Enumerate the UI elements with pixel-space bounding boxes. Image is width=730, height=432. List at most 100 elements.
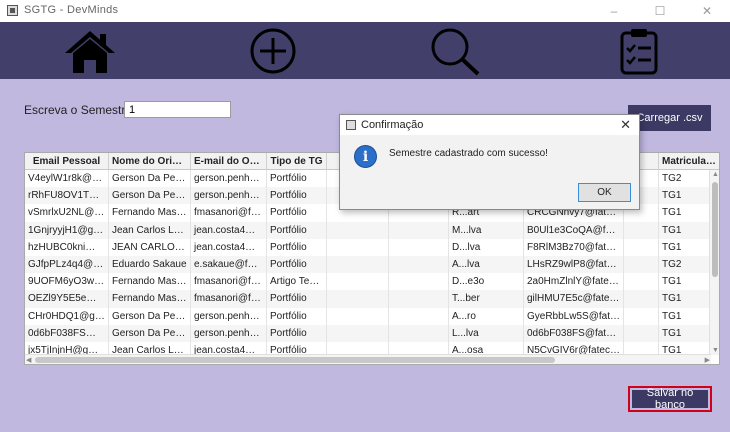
scroll-thumb[interactable]: [35, 357, 555, 363]
table-cell: M...lva: [449, 221, 524, 239]
table-cell: [624, 273, 659, 291]
minimize-button[interactable]: –: [591, 0, 637, 22]
table-cell: [389, 238, 449, 256]
table-cell: JEAN CARLOS LO...: [109, 238, 191, 256]
table-cell: [624, 324, 659, 342]
semester-label: Escreva o Semestre: [24, 103, 133, 117]
table-cell: Portfólio: [267, 307, 327, 325]
table-cell: [389, 255, 449, 274]
table-row[interactable]: CHr0HDQ1@gmail...Gerson Da Penha ...gers…: [25, 307, 719, 325]
table-cell: LHsRZ9wlP8@fatec.s...: [524, 255, 624, 274]
table-cell: gerson.penha@f...: [191, 187, 267, 205]
table-cell: [327, 273, 389, 291]
table-cell: Portfólio: [267, 290, 327, 308]
table-cell: Fernando Masano ...: [109, 204, 191, 222]
table-cell: D...lva: [449, 238, 524, 256]
table-cell: 9UOFM6yO3w@g...: [25, 273, 109, 291]
column-header[interactable]: Nome do Orienta...: [109, 153, 191, 170]
confirmation-dialog: Confirmação ✕ i Semestre cadastrado com …: [339, 114, 640, 210]
dialog-titlebar: Confirmação ✕: [340, 115, 639, 135]
table-cell: [327, 255, 389, 274]
table-cell: 0d6bF038FS@fate...: [25, 324, 109, 342]
table-cell: Gerson Da Penha ...: [109, 324, 191, 342]
table-cell: [624, 238, 659, 256]
table-cell: Gerson Da Penha ...: [109, 307, 191, 325]
table-cell: [389, 221, 449, 239]
table-cell: L...lva: [449, 324, 524, 342]
table-row[interactable]: OEZl9Y5E5e@gma...Fernando Masano ...fmas…: [25, 290, 719, 308]
column-header[interactable]: Matriculado: [659, 153, 719, 170]
table-cell: fmasanori@fate...: [191, 290, 267, 308]
table-cell: OEZl9Y5E5e@gma...: [25, 290, 109, 308]
horizontal-scrollbar[interactable]: ◀ ▶: [25, 354, 711, 364]
load-csv-button[interactable]: Carregar .csv: [628, 105, 711, 131]
table-cell: [327, 238, 389, 256]
table-cell: Portfólio: [267, 255, 327, 274]
table-cell: Portfólio: [267, 221, 327, 239]
scroll-thumb[interactable]: [712, 182, 718, 277]
search-icon[interactable]: [428, 26, 484, 76]
table-row[interactable]: GJfpPLz4q4@gmai...Eduardo Sakauee.sakaue…: [25, 255, 719, 274]
table-cell: [327, 221, 389, 239]
window-titlebar: SGTG - DevMinds – ☐ ✕: [0, 0, 730, 22]
table-cell: T...ber: [449, 290, 524, 308]
app-icon: [7, 5, 18, 16]
table-cell: hzHUBC0kni@gmo...: [25, 238, 109, 256]
table-cell: CHr0HDQ1@gmail...: [25, 307, 109, 325]
table-cell: gerson.penha@f...: [191, 170, 267, 188]
table-cell: [327, 324, 389, 342]
dialog-app-icon: [346, 120, 356, 130]
table-cell: gerson.penha@f...: [191, 307, 267, 325]
clipboard-icon[interactable]: [612, 26, 668, 76]
table-cell: vSmrlxU2NL@gma...: [25, 204, 109, 222]
table-cell: A...ro: [449, 307, 524, 325]
table-row[interactable]: 0d6bF038FS@fate...Gerson Da Penha ...ger…: [25, 324, 719, 342]
table-cell: Gerson Da Penha ...: [109, 187, 191, 205]
table-row[interactable]: 1GnjryyjH1@gmail...Jean Carlos Loure...j…: [25, 221, 719, 239]
dialog-title: Confirmação: [361, 119, 424, 131]
save-button-highlight: Salvar no banco: [628, 386, 712, 412]
table-cell: Gerson Da Penha ...: [109, 170, 191, 188]
table-cell: [389, 290, 449, 308]
column-header[interactable]: E-mail do Orien...: [191, 153, 267, 170]
table-cell: 0d6bF038FS@fatec.s...: [524, 324, 624, 342]
table-cell: [327, 290, 389, 308]
table-cell: Jean Carlos Loure...: [109, 221, 191, 239]
table-cell: [624, 255, 659, 274]
table-cell: e.sakaue@fatec...: [191, 255, 267, 274]
home-icon[interactable]: [62, 26, 118, 76]
table-cell: Portfólio: [267, 238, 327, 256]
add-circle-icon[interactable]: [245, 26, 301, 76]
table-cell: Artigo Tecno...: [267, 273, 327, 291]
close-window-button[interactable]: ✕: [684, 0, 730, 22]
table-cell: Eduardo Sakaue: [109, 255, 191, 274]
nav-bar: [0, 22, 730, 79]
table-cell: GyeRbbLw5S@fatec.s...: [524, 307, 624, 325]
table-cell: [624, 307, 659, 325]
save-to-database-button[interactable]: Salvar no banco: [632, 387, 708, 411]
table-cell: Portfólio: [267, 204, 327, 222]
semester-input[interactable]: [124, 101, 231, 118]
table-cell: Portfólio: [267, 170, 327, 188]
vertical-scrollbar[interactable]: ▲ ▼: [709, 170, 719, 355]
table-cell: Portfólio: [267, 324, 327, 342]
column-header[interactable]: Email Pessoal: [25, 153, 109, 170]
table-cell: Portfólio: [267, 187, 327, 205]
window-title: SGTG - DevMinds: [24, 4, 119, 16]
table-cell: 1GnjryyjH1@gmail...: [25, 221, 109, 239]
table-cell: 2a0HmZlnlY@fatec.s...: [524, 273, 624, 291]
maximize-button[interactable]: ☐: [637, 0, 683, 22]
table-cell: fmasanori@fate...: [191, 273, 267, 291]
table-row[interactable]: hzHUBC0kni@gmo...JEAN CARLOS LO...jean.c…: [25, 238, 719, 256]
table-cell: A...lva: [449, 255, 524, 274]
dialog-close-icon[interactable]: ✕: [620, 117, 631, 133]
table-row[interactable]: 9UOFM6yO3w@g...Fernando Masano ...fmasan…: [25, 273, 719, 291]
table-cell: [389, 307, 449, 325]
table-cell: F8RlM3Bz70@fatec.s...: [524, 238, 624, 256]
table-cell: Fernando Masano ...: [109, 290, 191, 308]
ok-button[interactable]: OK: [578, 183, 631, 202]
column-header[interactable]: Tipo de TG: [267, 153, 327, 170]
table-cell: Fernando Masano ...: [109, 273, 191, 291]
table-cell: gerson.penha@f...: [191, 324, 267, 342]
info-icon: i: [354, 145, 377, 168]
